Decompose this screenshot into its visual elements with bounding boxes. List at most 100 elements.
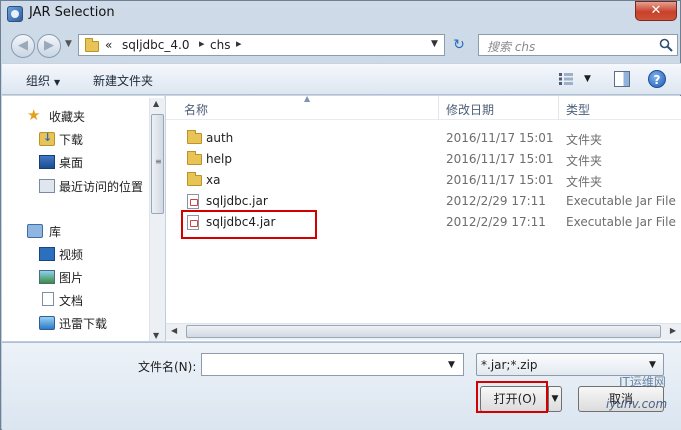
chevron-down-icon[interactable]: ▼ [431, 39, 438, 49]
file-row[interactable]: help 2016/11/17 15:01 文件夹 [166, 149, 681, 170]
nav-libraries[interactable]: 库 [2, 221, 150, 241]
file-type: Executable Jar File [566, 194, 676, 208]
preview-pane-icon[interactable] [614, 71, 630, 87]
folder-icon [85, 38, 99, 52]
scroll-thumb[interactable]: ≡ [151, 114, 164, 214]
nav-libraries-label: 库 [49, 225, 62, 239]
column-type[interactable]: 类型 [566, 101, 590, 118]
picture-icon [39, 270, 55, 284]
file-date: 2016/11/17 15:01 [446, 173, 554, 187]
nav-item-desktop[interactable]: 桌面 [2, 152, 150, 172]
file-name: sqljdbc.jar [206, 194, 268, 208]
nav-item-documents[interactable]: 文档 [2, 290, 150, 310]
file-date: 2012/2/29 17:11 [446, 194, 546, 208]
video-icon [39, 247, 55, 261]
window-title: JAR Selection [29, 5, 115, 20]
scroll-thumb[interactable] [186, 325, 661, 338]
breadcrumb-separator[interactable]: ▸ [199, 37, 205, 50]
column-header-row: ▲ 名称 修改日期 类型 [166, 94, 681, 120]
scroll-right-arrow[interactable]: ▶ [670, 326, 676, 335]
app-icon [7, 6, 23, 22]
nav-item-xunlei[interactable]: 迅雷下载 [2, 313, 150, 333]
sort-ascending-icon: ▲ [304, 94, 311, 103]
refresh-icon[interactable]: ↻ [447, 34, 471, 56]
address-bar[interactable]: « sqljdbc_4.0 ▸ chs ▸ ▼ [78, 34, 445, 56]
folder-icon [187, 130, 202, 144]
chevron-down-icon[interactable]: ▼ [649, 360, 656, 370]
filename-label: 文件名(N): [138, 360, 197, 374]
file-row[interactable]: auth 2016/11/17 15:01 文件夹 [166, 128, 681, 149]
organize-menu[interactable]: 组织 ▼ [26, 72, 60, 89]
breadcrumb-sqljdbc[interactable]: sqljdbc_4.0 [122, 38, 189, 52]
nav-item-pictures[interactable]: 图片 [2, 267, 150, 287]
recent-pages-dropdown[interactable]: ▼ [65, 39, 72, 49]
file-row[interactable]: xa 2016/11/17 15:01 文件夹 [166, 170, 681, 191]
column-name[interactable]: 名称 [184, 101, 208, 118]
dialog-footer: 文件名(N): ▼ *.jar;*.zip ▼ 打开(O) ▼ 取消 IT运维网… [2, 342, 681, 430]
nav-item-recent[interactable]: 最近访问的位置 [2, 176, 150, 196]
breadcrumb-chs[interactable]: chs [210, 38, 230, 52]
title-bar: JAR Selection ✕ [1, 1, 680, 27]
file-date: 2012/2/29 17:11 [446, 215, 546, 229]
file-type: 文件夹 [566, 154, 603, 168]
nav-item-label: 文档 [59, 294, 84, 308]
close-button[interactable]: ✕ [635, 1, 677, 21]
folder-icon [187, 151, 202, 165]
file-type: 文件夹 [566, 133, 603, 147]
scroll-up-arrow[interactable]: ▲ [153, 99, 159, 108]
breadcrumb-separator[interactable]: ▸ [236, 37, 242, 50]
file-date: 2016/11/17 15:01 [446, 131, 554, 145]
chevron-down-icon[interactable]: ▼ [584, 74, 591, 84]
open-button-highlight [476, 381, 548, 413]
help-icon[interactable]: ? [648, 70, 666, 88]
scroll-down-arrow[interactable]: ▼ [153, 331, 159, 340]
new-folder-button[interactable]: 新建文件夹 [93, 72, 153, 89]
document-icon [42, 292, 54, 306]
nav-favorites-label: 收藏夹 [49, 110, 86, 124]
nav-item-videos[interactable]: 视频 [2, 244, 150, 264]
download-folder-icon [39, 131, 55, 146]
breadcrumb-overflow[interactable]: « [105, 38, 112, 52]
filter-value: *.jar;*.zip [481, 358, 538, 372]
nav-item-label: 桌面 [59, 156, 84, 170]
nav-item-downloads[interactable]: 下载 [2, 129, 150, 149]
column-date[interactable]: 修改日期 [446, 101, 494, 118]
open-options-dropdown[interactable]: ▼ [548, 386, 562, 412]
file-type: Executable Jar File [566, 215, 676, 229]
xunlei-download-icon [39, 316, 55, 330]
search-input[interactable]: 搜索 chs [478, 34, 678, 56]
file-horizontal-scrollbar[interactable]: ◀ ▶ [166, 323, 681, 340]
navigation-pane: ★ 收藏夹 下载 桌面 最近访问的位置 库 视频 图片 文档 [2, 96, 165, 341]
nav-item-label: 迅雷下载 [59, 317, 108, 331]
nav-favorites[interactable]: ★ 收藏夹 [2, 106, 150, 126]
file-type: 文件夹 [566, 175, 603, 189]
nav-item-label: 最近访问的位置 [59, 180, 144, 194]
file-name: auth [206, 131, 234, 145]
selected-file-highlight [181, 210, 317, 239]
file-dialog-window: JAR Selection ✕ ◀ ▶ ▼ « sqljdbc_4.0 ▸ ch… [0, 0, 681, 430]
file-name: xa [206, 173, 221, 187]
watermark-brand: IT运维网 [619, 375, 666, 389]
search-icon[interactable] [659, 38, 673, 52]
nav-item-label: 图片 [59, 271, 84, 285]
file-name: help [206, 152, 232, 166]
star-icon: ★ [27, 106, 41, 124]
filename-input[interactable]: ▼ [201, 353, 464, 376]
search-placeholder: 搜索 chs [487, 40, 536, 54]
nav-item-label: 下载 [59, 133, 84, 147]
chevron-down-icon[interactable]: ▼ [448, 360, 455, 370]
jar-file-icon [187, 194, 199, 209]
file-date: 2016/11/17 15:01 [446, 152, 554, 166]
back-button[interactable]: ◀ [11, 34, 35, 58]
desktop-icon [39, 155, 55, 169]
library-icon [27, 224, 43, 238]
nav-item-label: 视频 [59, 248, 84, 262]
nav-vertical-scrollbar[interactable]: ▲ ≡ ▼ [149, 98, 165, 341]
watermark-text: iyunv.com [606, 397, 668, 411]
command-bar: 组织 ▼ 新建文件夹 ▼ ? [2, 63, 681, 95]
folder-icon [187, 172, 202, 186]
view-options-icon[interactable] [559, 73, 573, 85]
file-row[interactable]: sqljdbc.jar 2012/2/29 17:11 Executable J… [166, 191, 681, 212]
scroll-left-arrow[interactable]: ◀ [171, 326, 177, 335]
forward-button[interactable]: ▶ [37, 34, 61, 58]
